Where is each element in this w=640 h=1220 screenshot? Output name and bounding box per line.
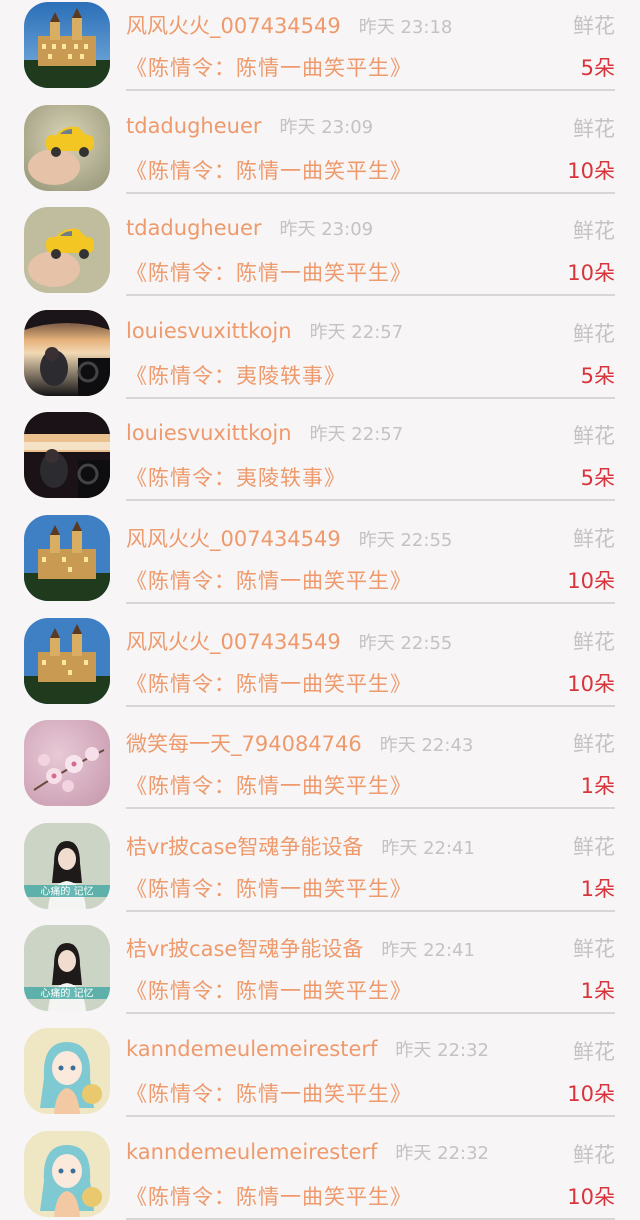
girl-portrait-avatar-icon[interactable]: 心痛的 记忆 [24,925,110,1012]
flower-count: 5朵 [580,363,615,388]
drama-title[interactable]: 《陈情令：陈情一曲笑平生》 [126,774,412,798]
list-item-content: 风风火火_007434549 昨天 22:55 鲜花 《陈情令：陈情一曲笑平生》 … [126,618,615,707]
list-item-content: 桔vr披case智魂争能设备 昨天 22:41 鲜花 《陈情令：陈情一曲笑平生》 … [126,925,615,1015]
drama-title[interactable]: 《陈情令：夷陵轶事》 [126,466,346,490]
list-item-content: tdadugheuer 昨天 23:09 鲜花 《陈情令：陈情一曲笑平生》 10朵 [126,105,615,194]
username[interactable]: 桔vr披case智魂争能设备 [126,835,363,859]
list-item-content: kanndemeulemeiresterf 昨天 22:32 鲜花 《陈情令：陈情… [126,1131,615,1220]
timestamp: 昨天 23:09 [279,219,374,241]
username[interactable]: 风风火火_007434549 [126,14,341,38]
drama-title[interactable]: 《陈情令：夷陵轶事》 [126,364,346,388]
timestamp: 昨天 22:41 [381,940,475,962]
timestamp: 昨天 22:32 [395,1039,490,1061]
username[interactable]: 风风火火_007434549 [126,527,341,551]
list-item-content: 桔vr披case智魂争能设备 昨天 22:41 鲜花 《陈情令：陈情一曲笑平生》 … [126,823,615,912]
timestamp: 昨天 22:55 [358,632,453,654]
drama-title[interactable]: 《陈情令：陈情一曲笑平生》 [126,877,412,901]
list-item[interactable]: kanndemeulemeiresterf 昨天 22:32 鲜花 《陈情令：陈情… [0,1004,640,1117]
avatar-caption: 心痛的 记忆 [40,884,93,897]
gift-type-label: 鲜花 [573,1142,615,1167]
drama-title[interactable]: 《陈情令：陈情一曲笑平生》 [126,56,412,80]
drama-title[interactable]: 《陈情令：陈情一曲笑平生》 [126,1082,412,1106]
list-item-content: 风风火火_007434549 昨天 23:18 鲜花 《陈情令：陈情一曲笑平生》 … [126,2,615,91]
gift-type-label: 鲜花 [573,834,615,859]
timestamp: 昨天 22:32 [395,1142,490,1164]
list-item-content: tdadugheuer 昨天 23:09 鲜花 《陈情令：陈情一曲笑平生》 10朵 [126,207,615,297]
timestamp: 昨天 23:09 [279,116,374,138]
list-item[interactable]: 心痛的 记忆 桔vr披case智魂争能设备 昨天 22:41 鲜花 《陈情令：陈情… [0,799,640,912]
anime-girl-avatar-icon[interactable] [24,1027,110,1114]
username[interactable]: tdadugheuer [126,114,262,138]
list-item[interactable]: 风风火火_007434549 昨天 22:55 鲜花 《陈情令：陈情一曲笑平生》 … [0,491,640,604]
castle-avatar-icon[interactable] [24,617,110,704]
timestamp: 昨天 22:55 [358,529,453,551]
list-item[interactable]: 风风火火_007434549 昨天 22:55 鲜花 《陈情令：陈情一曲笑平生》 … [0,594,640,707]
list-item[interactable]: 心痛的 记忆 桔vr披case智魂争能设备 昨天 22:41 鲜花 《陈情令：陈情… [0,901,640,1015]
gift-type-label: 鲜花 [573,116,615,141]
castle-avatar-icon[interactable] [24,2,110,88]
username[interactable]: louiesvuxittkojn [126,421,292,445]
gift-type-label: 鲜花 [573,321,615,346]
list-item[interactable]: louiesvuxittkojn 昨天 22:57 鲜花 《陈情令：夷陵轶事》 5… [0,388,640,502]
gift-type-label: 鲜花 [573,1039,615,1064]
flower-count: 10朵 [567,1184,615,1209]
timestamp: 昨天 22:41 [381,837,475,859]
list-item-content: 微笑每一天_794084746 昨天 22:43 鲜花 《陈情令：陈情一曲笑平生》… [126,720,615,810]
list-item-content: louiesvuxittkojn 昨天 22:57 鲜花 《陈情令：夷陵轶事》 5… [126,310,615,399]
list-item-content: kanndemeulemeiresterf 昨天 22:32 鲜花 《陈情令：陈情… [126,1028,615,1117]
list-item[interactable]: kanndemeulemeiresterf 昨天 22:32 鲜花 《陈情令：陈情… [0,1107,640,1220]
drama-title[interactable]: 《陈情令：陈情一曲笑平生》 [126,672,412,696]
gift-type-label: 鲜花 [573,732,615,757]
gift-type-label: 鲜花 [573,424,615,449]
timestamp: 昨天 22:57 [309,321,404,343]
username[interactable]: 桔vr披case智魂争能设备 [126,937,363,961]
gift-type-label: 鲜花 [573,629,615,654]
timestamp: 昨天 23:18 [358,17,453,38]
username[interactable]: kanndemeulemeiresterf [126,1140,377,1164]
list-item-content: 风风火火_007434549 昨天 22:55 鲜花 《陈情令：陈情一曲笑平生》 … [126,515,615,604]
flower-count: 1朵 [580,876,615,901]
flower-count: 10朵 [567,158,615,183]
gift-type-label: 鲜花 [573,219,615,244]
avatar-caption: 心痛的 记忆 [40,987,93,1000]
anime-girl-avatar-icon[interactable] [24,1130,110,1217]
gift-type-label: 鲜花 [573,937,615,962]
list-item[interactable]: 风风火火_007434549 昨天 23:18 鲜花 《陈情令：陈情一曲笑平生》 … [0,0,640,91]
drama-title[interactable]: 《陈情令：陈情一曲笑平生》 [126,261,412,285]
list-item[interactable]: louiesvuxittkojn 昨天 22:57 鲜花 《陈情令：夷陵轶事》 5… [0,286,640,399]
username[interactable]: 风风火火_007434549 [126,630,341,654]
drama-title[interactable]: 《陈情令：陈情一曲笑平生》 [126,979,412,1003]
username[interactable]: louiesvuxittkojn [126,319,292,343]
username[interactable]: 微笑每一天_794084746 [126,732,362,756]
list-item-content: louiesvuxittkojn 昨天 22:57 鲜花 《陈情令：夷陵轶事》 5… [126,412,615,502]
flower-count: 1朵 [580,979,615,1004]
drama-title[interactable]: 《陈情令：陈情一曲笑平生》 [126,569,412,593]
timestamp: 昨天 22:57 [309,424,404,446]
driving-sunset-avatar-icon[interactable] [24,309,110,396]
username[interactable]: kanndemeulemeiresterf [126,1037,377,1061]
flower-count: 1朵 [580,774,615,799]
yellow-car-avatar-icon[interactable] [24,104,110,191]
list-item[interactable]: 微笑每一天_794084746 昨天 22:43 鲜花 《陈情令：陈情一曲笑平生》… [0,696,640,810]
username[interactable]: tdadugheuer [126,216,262,240]
flower-count: 10朵 [567,671,615,696]
gift-record-list: 风风火火_007434549 昨天 23:18 鲜花 《陈情令：陈情一曲笑平生》 … [0,0,640,1220]
gift-type-label: 鲜花 [573,14,615,38]
yellow-car-avatar-icon[interactable] [24,207,110,294]
cherry-blossom-avatar-icon[interactable] [24,720,110,807]
timestamp: 昨天 22:43 [379,735,474,757]
list-item[interactable]: tdadugheuer 昨天 23:09 鲜花 《陈情令：陈情一曲笑平生》 10朵 [0,183,640,297]
flower-count: 10朵 [567,261,615,286]
gift-type-label: 鲜花 [573,526,615,551]
flower-count: 5朵 [580,466,615,491]
list-item[interactable]: tdadugheuer 昨天 23:09 鲜花 《陈情令：陈情一曲笑平生》 10朵 [0,81,640,194]
flower-count: 5朵 [580,56,615,80]
flower-count: 10朵 [567,1081,615,1106]
flower-count: 10朵 [567,568,615,593]
driving-sunset-avatar-icon[interactable] [24,412,110,499]
castle-avatar-icon[interactable] [24,514,110,601]
drama-title[interactable]: 《陈情令：陈情一曲笑平生》 [126,159,412,183]
drama-title[interactable]: 《陈情令：陈情一曲笑平生》 [126,1185,412,1209]
girl-portrait-avatar-icon[interactable]: 心痛的 记忆 [24,822,110,909]
